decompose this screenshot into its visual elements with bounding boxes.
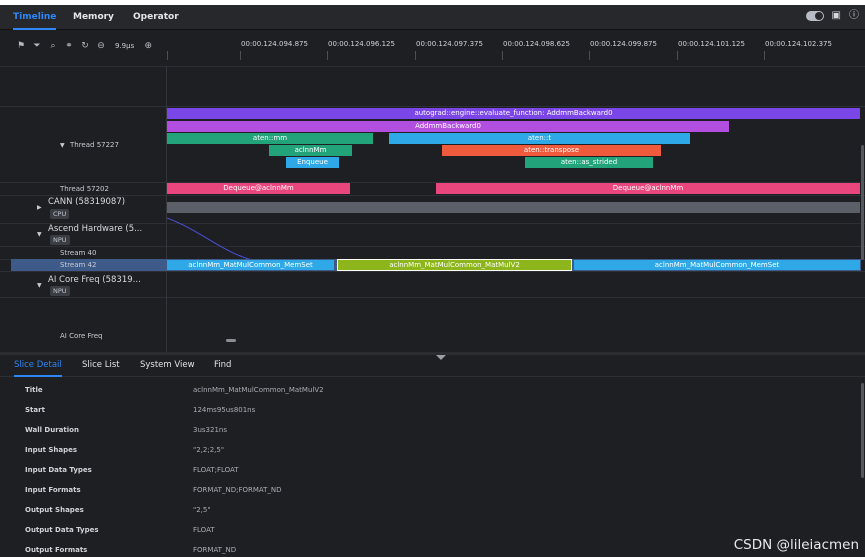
detail-row: Input Formats FORMAT_ND;FORMAT_ND <box>0 480 860 500</box>
detail-row: Output Data Types FLOAT <box>0 520 860 540</box>
reset-icon[interactable]: ↻ <box>80 41 90 51</box>
link-icon[interactable]: ⚭ <box>64 41 74 51</box>
detail-row: Title aclnnMm_MatMulCommon_MatMulV2 <box>0 380 860 400</box>
slice-evaluate-function[interactable]: autograd::engine::evaluate_function: Add… <box>167 108 860 119</box>
slice-dequeue[interactable]: Dequeue@aclnnMm <box>436 183 860 194</box>
collapse-panel-icon[interactable] <box>436 355 446 360</box>
cann-activity-bar[interactable] <box>167 202 860 213</box>
filter-icon[interactable]: ⏷ <box>32 41 42 51</box>
tab-timeline[interactable]: Timeline <box>13 5 57 30</box>
track-label-ai-core-freq-counter[interactable]: AI Core Freq <box>60 332 103 340</box>
detail-row: Input Data Types FLOAT;FLOAT <box>0 460 860 480</box>
slice-aten-transpose[interactable]: aten::transpose <box>442 145 661 156</box>
detail-row: Start 124ms95us801ns <box>0 400 860 420</box>
cpu-badge: CPU <box>50 209 70 219</box>
detail-key: Output Shapes <box>25 506 84 514</box>
help-icon[interactable]: ⓘ <box>849 11 859 21</box>
expand-caret-icon[interactable]: ▼ <box>37 231 42 238</box>
save-icon[interactable]: ▣ <box>832 11 841 21</box>
detail-row: Output Shapes "2,5" <box>0 500 860 520</box>
tab-slice-list[interactable]: Slice List <box>82 355 120 377</box>
horizontal-scroll-handle[interactable] <box>226 339 236 342</box>
zoom-in-icon[interactable]: ⊕ <box>143 41 153 51</box>
detail-value: aclnnMm_MatMulCommon_MatMulV2 <box>193 386 324 394</box>
slice-matmulv2-selected[interactable]: aclnnMm_MatMulCommon_MatMulV2 <box>337 259 572 271</box>
ruler-tick-label: 00:00.124.097.375 <box>416 40 483 48</box>
detail-key: Input Data Types <box>25 466 92 474</box>
slice-aten-mm[interactable]: aten::mm <box>167 133 373 144</box>
ruler-tick-label: 00:00.124.102.375 <box>765 40 832 48</box>
timeline-toolbar: ⚑ ⏷ ⌕ ⚭ ↻ ⊖ 9.9μs ⊕ 00:00.124.094.875 00… <box>0 31 865 67</box>
npu-badge: NPU <box>50 286 70 296</box>
tab-find[interactable]: Find <box>214 355 231 377</box>
detail-value: FORMAT_ND;FORMAT_ND <box>193 486 282 494</box>
tab-slice-detail[interactable]: Slice Detail <box>14 355 62 377</box>
ruler-tick-label: 00:00.124.098.625 <box>503 40 570 48</box>
ruler-tick-label: 00:00.124.096.125 <box>328 40 395 48</box>
detail-key: Input Shapes <box>25 446 78 454</box>
detail-value: FLOAT <box>193 526 215 534</box>
track-label-cann[interactable]: CANN (58319087) <box>48 197 125 207</box>
track-label-ascend-hardware[interactable]: Ascend Hardware (5... <box>48 224 142 234</box>
ruler-tick-label: 00:00.124.101.125 <box>678 40 745 48</box>
slice-enqueue[interactable]: Enqueue <box>286 157 339 168</box>
ruler-tick-label: 00:00.124.099.875 <box>590 40 657 48</box>
track-label-stream-40[interactable]: Stream 40 <box>60 249 96 257</box>
detail-key: Output Formats <box>25 546 88 554</box>
expand-caret-icon[interactable]: ▼ <box>37 282 42 289</box>
detail-key: Wall Duration <box>25 426 79 434</box>
slice-addmm-backward[interactable]: AddmmBackward0 <box>167 121 729 132</box>
ruler-tick-label: 00:00.124.094.875 <box>241 40 308 48</box>
detail-value: "2,5" <box>193 506 211 514</box>
zoom-out-icon[interactable]: ⊖ <box>96 41 106 51</box>
track-label-column <box>0 67 167 352</box>
top-tab-bar: Timeline Memory Operator ▣ ⓘ <box>0 5 865 30</box>
detail-value: FORMAT_ND <box>193 546 237 554</box>
detail-key: Output Data Types <box>25 526 99 534</box>
flag-icon[interactable]: ⚑ <box>16 41 26 51</box>
slice-aten-t[interactable]: aten::t <box>389 133 690 144</box>
npu-badge: NPU <box>50 235 70 245</box>
detail-row: Wall Duration 3us321ns <box>0 420 860 440</box>
detail-value: 3us321ns <box>193 426 227 434</box>
slice-dequeue[interactable]: Dequeue@aclnnMm <box>167 183 350 194</box>
zoom-level: 9.9μs <box>115 42 135 50</box>
watermark: CSDN @lileiacmen <box>733 537 859 553</box>
detail-key: Title <box>25 386 43 394</box>
detail-value: 124ms95us801ns <box>193 406 256 414</box>
tab-memory[interactable]: Memory <box>73 5 114 30</box>
detail-value: FLOAT;FLOAT <box>193 466 239 474</box>
track-label-stream-42[interactable]: Stream 42 <box>60 261 96 269</box>
slice-aten-as-strided[interactable]: aten::as_strided <box>525 157 653 168</box>
detail-panel-tabs: Slice Detail Slice List System View Find <box>0 355 865 377</box>
track-label-ai-core-freq[interactable]: AI Core Freq (58319... <box>48 275 141 285</box>
slice-aclnnmm[interactable]: aclnnMm <box>269 145 352 156</box>
detail-row: Input Shapes "2,2;2,5" <box>0 440 860 460</box>
search-icon[interactable]: ⌕ <box>48 41 58 51</box>
detail-value: "2,2;2,5" <box>193 446 225 454</box>
profiler-window: Timeline Memory Operator ▣ ⓘ ⚑ ⏷ ⌕ ⚭ ↻ ⊖… <box>0 5 865 557</box>
track-label-thread-57227[interactable]: Thread 57227 <box>70 141 119 149</box>
tab-operator[interactable]: Operator <box>133 5 179 30</box>
detail-row: Output Formats FORMAT_ND <box>0 540 860 557</box>
expand-caret-icon[interactable]: ▼ <box>60 142 65 149</box>
theme-toggle-icon[interactable] <box>805 11 824 21</box>
track-label-thread-57202[interactable]: Thread 57202 <box>60 185 109 193</box>
detail-scrollbar[interactable] <box>861 383 864 478</box>
expand-caret-icon[interactable]: ▶ <box>37 204 42 211</box>
slice-memset[interactable]: aclnnMm_MatMulCommon_MemSet <box>574 260 860 270</box>
tab-system-view[interactable]: System View <box>140 355 195 377</box>
timeline-scrollbar[interactable] <box>861 145 864 260</box>
detail-key: Start <box>25 406 45 414</box>
slice-memset[interactable]: aclnnMm_MatMulCommon_MemSet <box>167 260 334 270</box>
detail-key: Input Formats <box>25 486 81 494</box>
